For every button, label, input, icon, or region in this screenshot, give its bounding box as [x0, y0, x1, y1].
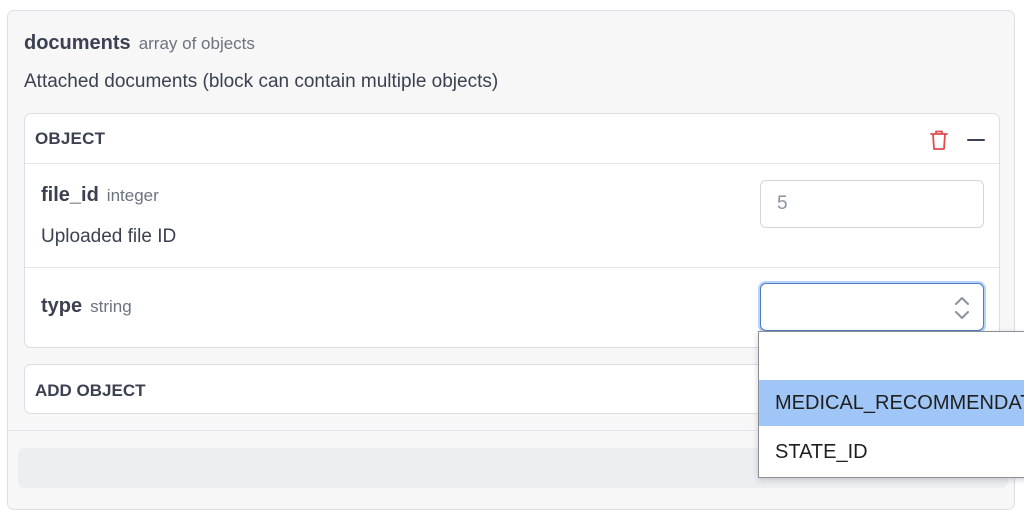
- trash-icon[interactable]: [929, 129, 949, 151]
- minus-icon[interactable]: [965, 129, 987, 151]
- field-row-file-id: file_id integer Uploaded file ID: [25, 164, 999, 268]
- object-card-header: OBJECT: [25, 114, 999, 164]
- field-description: Attached documents (block can contain mu…: [24, 71, 499, 92]
- add-object-label: ADD OBJECT: [35, 381, 146, 400]
- field-name: documents: [24, 32, 131, 54]
- file-id-description: Uploaded file ID: [41, 226, 177, 247]
- file-id-input[interactable]: [760, 180, 984, 228]
- object-title: OBJECT: [35, 129, 106, 148]
- dropdown-option-medical-recommendation[interactable]: MEDICAL_RECOMMENDATION: [759, 380, 1024, 426]
- type-type: string: [90, 297, 132, 316]
- field-type: array of objects: [138, 34, 255, 53]
- field-header: documents array of objects: [24, 32, 255, 55]
- dropdown-option-state-id[interactable]: STATE_ID: [759, 429, 1024, 475]
- object-card: OBJECT file_id integer Uploaded file ID …: [24, 113, 1000, 348]
- file-id-name: file_id: [41, 184, 99, 206]
- type-header: type string: [41, 295, 132, 318]
- type-name: type: [41, 295, 83, 317]
- select-chevrons-icon: [955, 297, 969, 319]
- dropdown-option-empty[interactable]: [759, 334, 1024, 380]
- file-id-header: file_id integer: [41, 184, 159, 207]
- type-select[interactable]: [760, 283, 984, 331]
- type-dropdown-list: MEDICAL_RECOMMENDATION STATE_ID: [758, 331, 1024, 478]
- file-id-type: integer: [106, 186, 159, 205]
